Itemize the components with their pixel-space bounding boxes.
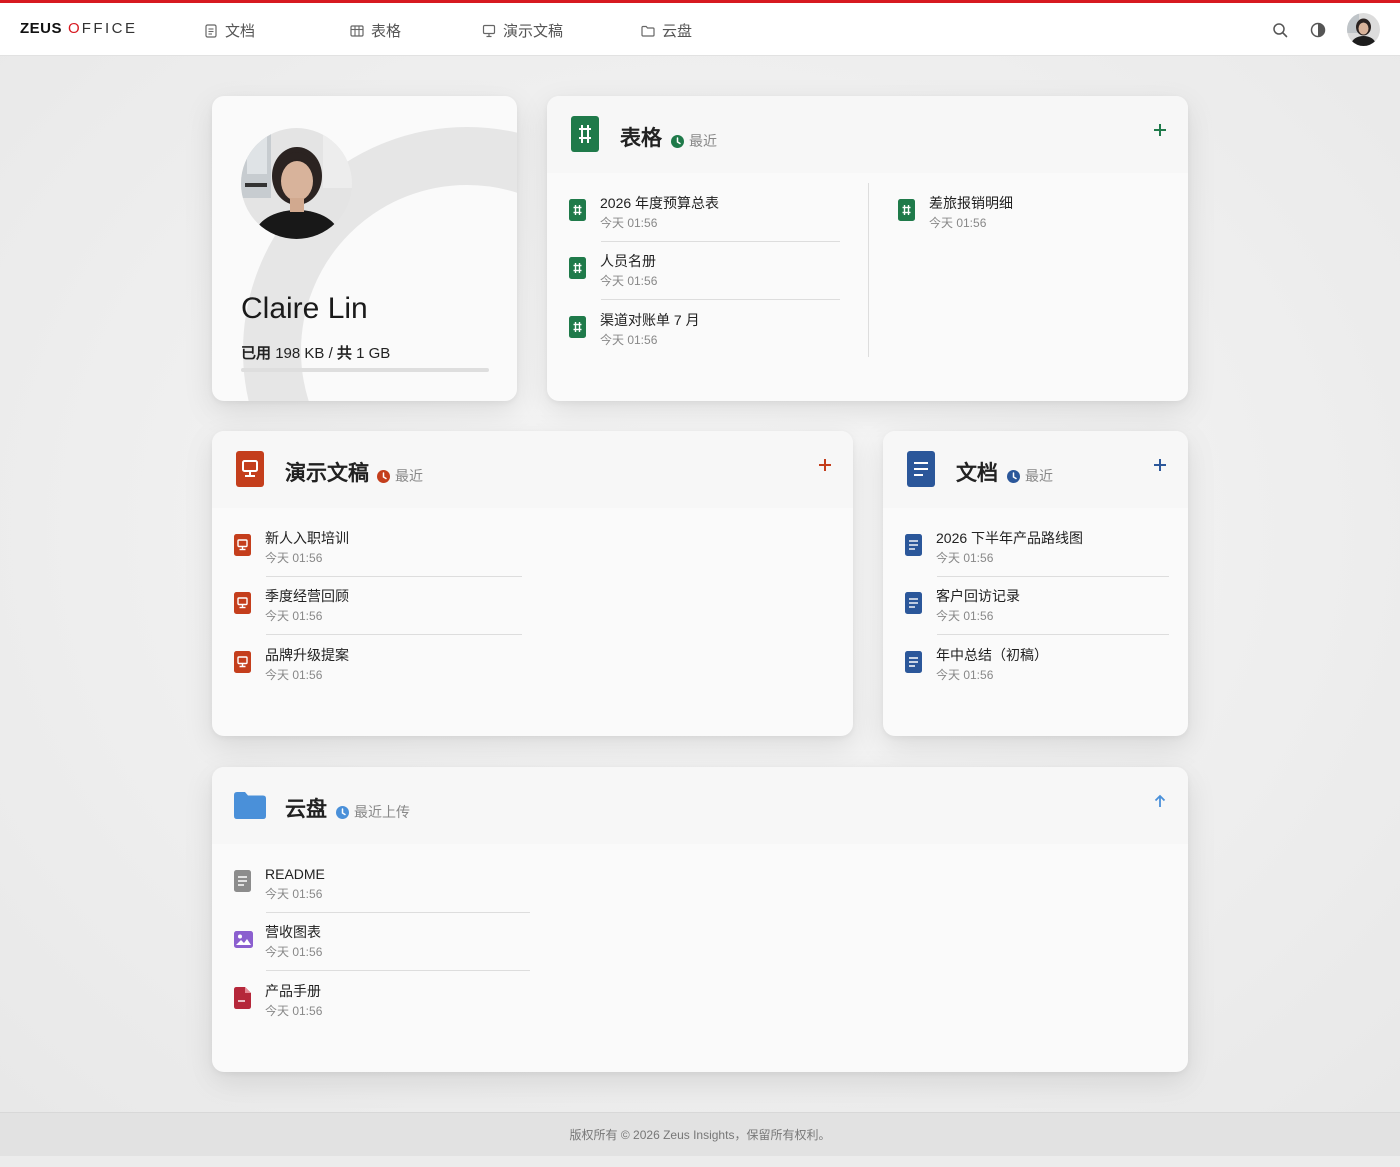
pdf-file-icon <box>234 987 251 1009</box>
cloud-card: 云盘 最近上传 README 今天 01:56 营收图表 今天 01:56 产品手册… <box>212 767 1188 1072</box>
list-item[interactable]: 营收图表 今天 01:56 <box>234 923 322 960</box>
slide-file-icon <box>234 651 251 673</box>
doc-file-icon <box>905 651 922 673</box>
profile-card: Claire Lin 已用 198 KB / 共 1 GB <box>212 96 517 401</box>
sheet-file-icon <box>569 257 586 279</box>
doc-file-icon <box>905 534 922 556</box>
page-footer: 版权所有 © 2026 Zeus Insights，保留所有权利。 <box>0 1112 1400 1156</box>
sheets-card-title: 表格 <box>620 127 662 150</box>
user-avatar-button[interactable] <box>1347 13 1380 46</box>
nav-actions <box>1271 13 1380 46</box>
folder-icon <box>641 25 655 37</box>
list-item[interactable]: 新人入职培训 今天 01:56 <box>234 529 349 566</box>
cloud-card-title: 云盘 <box>285 798 327 821</box>
list-item[interactable]: 季度经营回顾 今天 01:56 <box>234 587 349 624</box>
theme-toggle-button[interactable] <box>1309 21 1327 39</box>
nav-slides[interactable]: 演示文稿 <box>482 20 563 41</box>
slide-file-icon <box>234 592 251 614</box>
nav-sheets[interactable]: 表格 <box>350 20 401 41</box>
list-item[interactable]: 2026 下半年产品路线图 今天 01:56 <box>905 529 1083 566</box>
slide-file-icon <box>234 534 251 556</box>
profile-name: Claire Lin <box>241 292 368 325</box>
list-item[interactable]: 品牌升级提案 今天 01:56 <box>234 646 349 683</box>
nav-docs[interactable]: 文档 <box>204 20 255 41</box>
clock-icon <box>336 805 349 819</box>
sheets-card-header: 表格 最近 <box>547 96 1188 173</box>
docs-recent-label: 最近 <box>1007 466 1053 486</box>
sheet-file-icon <box>898 199 915 221</box>
presentation-app-icon <box>236 451 264 487</box>
document-app-icon <box>907 451 935 487</box>
nav-cloud[interactable]: 云盘 <box>641 20 692 41</box>
clock-icon <box>671 134 684 148</box>
table-icon <box>350 24 364 37</box>
list-divider <box>937 576 1169 577</box>
list-item[interactable]: 客户回访记录 今天 01:56 <box>905 587 1020 624</box>
list-divider <box>266 576 522 577</box>
text-file-icon <box>234 870 251 892</box>
list-item[interactable]: README 今天 01:56 <box>234 865 325 902</box>
doc-file-icon <box>905 592 922 614</box>
slides-card-title: 演示文稿 <box>285 462 369 485</box>
sheet-file-icon <box>569 316 586 338</box>
storage-quota: 已用 198 KB / 共 1 GB <box>241 345 391 362</box>
storage-progress-bar <box>241 368 489 372</box>
add-doc-icon[interactable] <box>1152 457 1168 473</box>
sheets-column-divider <box>868 183 869 357</box>
profile-photo <box>241 128 352 239</box>
list-divider <box>937 634 1169 635</box>
list-divider <box>601 299 840 300</box>
profile-avatar[interactable] <box>241 128 352 239</box>
list-item[interactable]: 差旅报销明细 今天 01:56 <box>898 194 1013 231</box>
list-divider <box>601 241 840 242</box>
clock-icon <box>1007 469 1020 483</box>
search-icon <box>1273 22 1288 37</box>
cloud-recent-label: 最近上传 <box>336 802 410 822</box>
upload-arrow-icon[interactable] <box>1152 793 1168 809</box>
list-item[interactable]: 产品手册 今天 01:56 <box>234 982 322 1019</box>
docs-card-header: 文档 最近 <box>883 431 1188 508</box>
list-divider <box>266 912 530 913</box>
docs-card: 文档 最近 2026 下半年产品路线图 今天 01:56 客户回访记录 今天 01:… <box>883 431 1188 736</box>
search-button[interactable] <box>1271 21 1289 39</box>
presentation-icon <box>482 24 496 37</box>
top-navbar: ZEUS OFFICE 文档 表格 演示文稿 云盘 <box>0 3 1400 56</box>
clock-icon <box>377 469 390 483</box>
contrast-icon <box>1310 22 1326 37</box>
cloud-card-header: 云盘 最近上传 <box>212 767 1188 844</box>
slides-card: 演示文稿 最近 新人入职培训 今天 01:56 季度经营回顾 今天 01:56 品牌… <box>212 431 853 736</box>
sheet-file-icon <box>569 199 586 221</box>
slides-recent-label: 最近 <box>377 466 423 486</box>
list-item[interactable]: 年中总结（初稿） 今天 01:56 <box>905 646 1048 683</box>
doc-icon <box>205 23 217 38</box>
list-item[interactable]: 人员名册 今天 01:56 <box>569 252 657 289</box>
list-divider <box>266 970 530 971</box>
add-slide-icon[interactable] <box>817 457 833 473</box>
image-file-icon <box>234 931 253 948</box>
slides-card-header: 演示文稿 最近 <box>212 431 853 508</box>
list-item[interactable]: 渠道对账单 7 月今天 01:56 <box>569 311 700 348</box>
sheets-card: 表格 最近 2026 年度预算总表 今天 01:56 人员名册 今天 01:56 渠… <box>547 96 1188 401</box>
list-divider <box>266 634 522 635</box>
cloud-folder-icon <box>234 792 266 819</box>
brand-logo[interactable]: ZEUS OFFICE <box>20 20 138 37</box>
docs-card-title: 文档 <box>956 462 998 485</box>
list-item[interactable]: 2026 年度预算总表 今天 01:56 <box>569 194 719 231</box>
add-sheet-icon[interactable] <box>1152 122 1168 138</box>
sheets-recent-label: 最近 <box>671 131 717 151</box>
spreadsheet-app-icon <box>571 116 599 152</box>
avatar-photo <box>1347 13 1380 46</box>
